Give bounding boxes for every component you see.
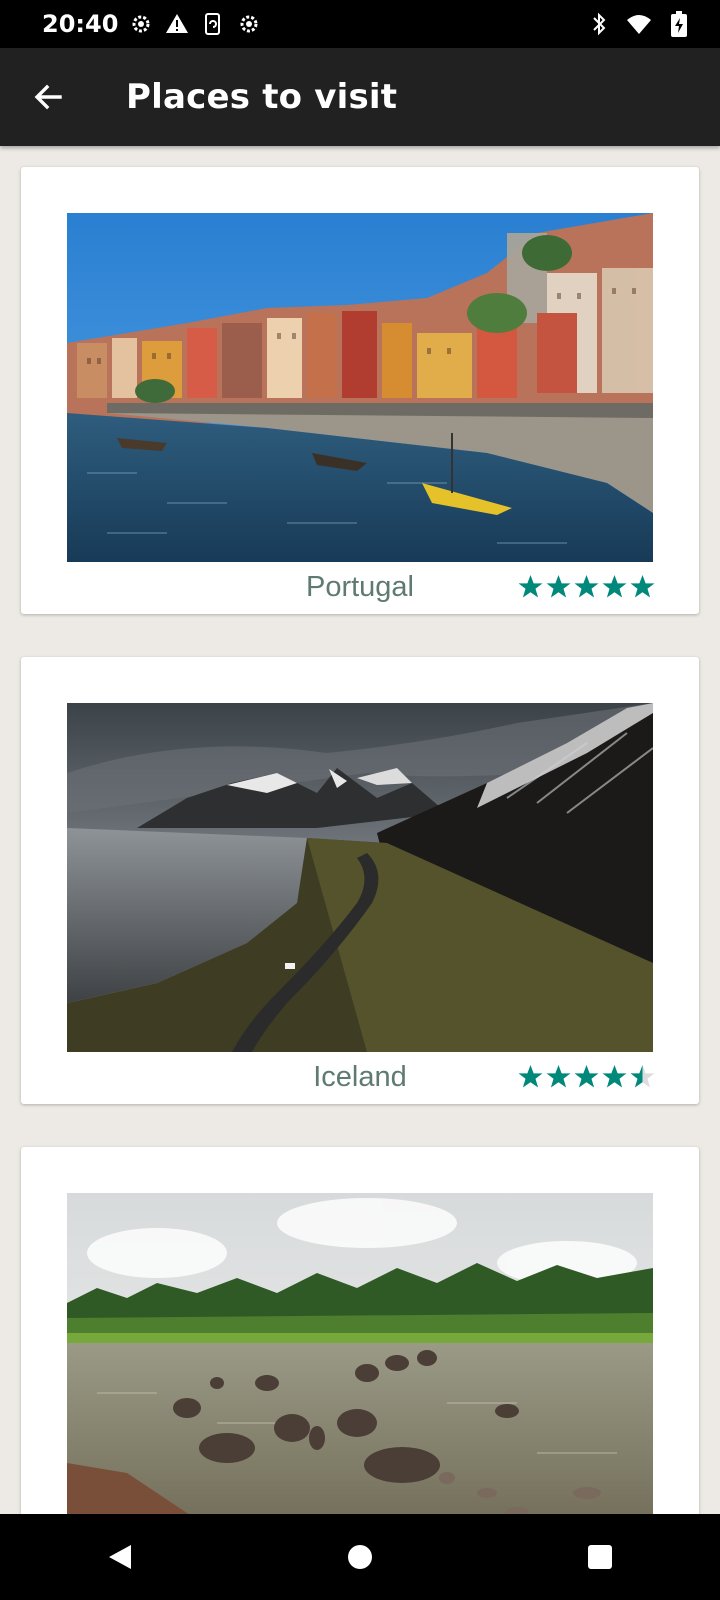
page-title: Places to visit: [126, 77, 398, 117]
star-filled-icon: [630, 575, 655, 598]
status-bar: 20:40: [0, 0, 720, 48]
settings-gear-icon: [128, 11, 154, 37]
star-filled-icon: [574, 1065, 599, 1088]
star-filled-icon: [546, 575, 571, 598]
recents-square-icon: [588, 1545, 612, 1569]
nav-recents-button[interactable]: [565, 1522, 635, 1592]
elephants-river-photo: [67, 1193, 653, 1514]
system-nav-bar: [0, 1514, 720, 1600]
back-triangle-icon: [109, 1545, 131, 1569]
place-card-portugal[interactable]: Portugal: [21, 167, 699, 614]
battery-charging-icon: [666, 11, 692, 37]
home-circle-icon: [348, 1545, 372, 1569]
bluetooth-icon: [586, 11, 612, 37]
star-filled-icon: [602, 575, 627, 598]
rating-stars: [518, 574, 655, 599]
star-filled-icon: [574, 575, 599, 598]
arrow-back-icon: [34, 84, 62, 110]
star-filled-icon: [518, 575, 543, 598]
star-filled-icon: [518, 1065, 543, 1088]
settings-gear-icon: [236, 11, 262, 37]
status-right: [586, 11, 692, 37]
mountain-road-photo: [67, 703, 653, 1052]
star-filled-icon: [546, 1065, 571, 1088]
star-half-icon: [630, 1065, 655, 1088]
harbor-town-photo: [67, 213, 653, 562]
places-list[interactable]: Portugal Iceland: [0, 146, 720, 1514]
place-card-elephants[interactable]: [21, 1147, 699, 1514]
wifi-icon: [626, 11, 652, 37]
back-button[interactable]: [18, 67, 78, 127]
rating-stars: [518, 1064, 655, 1089]
nav-back-button[interactable]: [85, 1522, 155, 1592]
warning-icon: [164, 11, 190, 37]
star-filled-icon: [602, 1065, 627, 1088]
place-card-iceland[interactable]: Iceland: [21, 657, 699, 1104]
nav-home-button[interactable]: [325, 1522, 395, 1592]
app-bar: Places to visit: [0, 48, 720, 146]
screen-rotate-icon: [200, 11, 226, 37]
status-time: 20:40: [42, 10, 119, 38]
status-left: 20:40: [42, 10, 262, 38]
